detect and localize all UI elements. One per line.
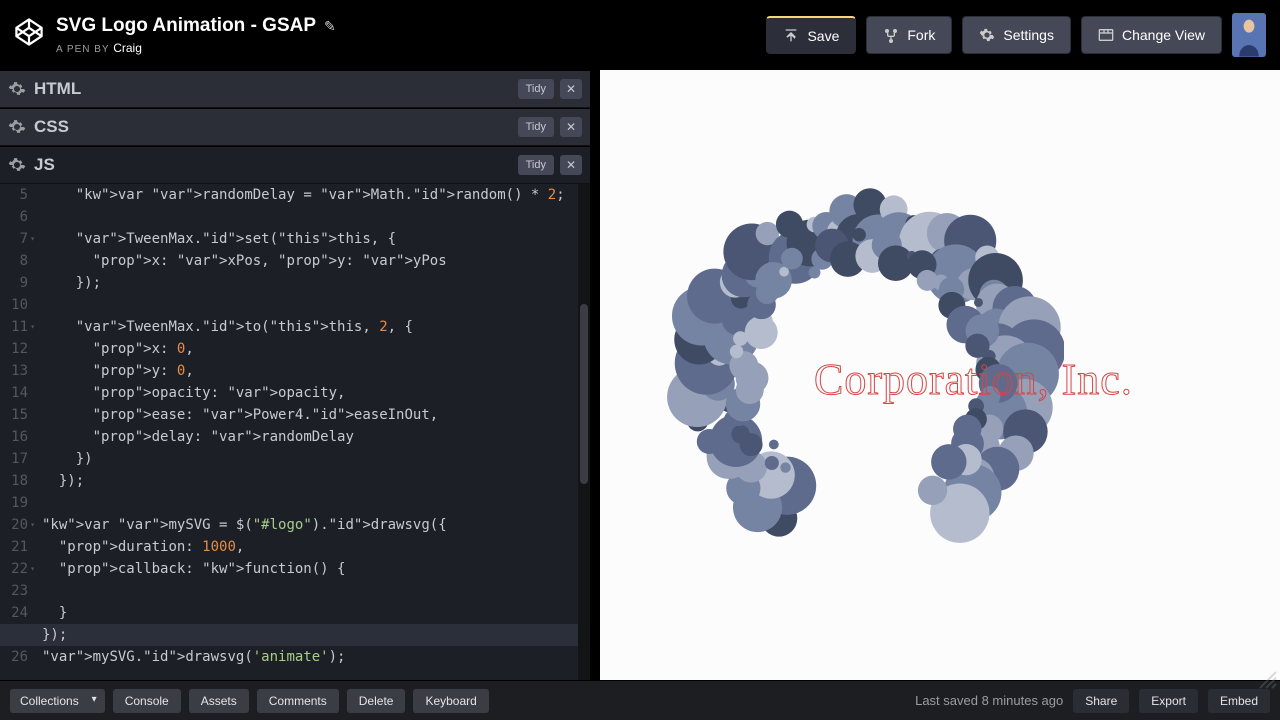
header-actions: Save Fork Settings Change View [766, 13, 1266, 57]
pen-title: SVG Logo Animation - GSAP [56, 15, 316, 37]
gear-icon[interactable] [8, 156, 26, 174]
css-pane-title: CSS [34, 117, 510, 137]
embed-button[interactable]: Embed [1208, 689, 1270, 713]
pen-meta: SVG Logo Animation - GSAP ✎ A PEN BY Cra… [56, 15, 336, 55]
css-close-button[interactable]: ✕ [560, 117, 582, 137]
workspace: HTML Tidy ✕ CSS Tidy ✕ JS Tidy ✕ 5678910… [0, 70, 1280, 680]
edit-icon[interactable]: ✎ [324, 18, 336, 35]
js-code-editor[interactable]: 567891011121314151617181920212223242526 … [0, 184, 590, 680]
share-button[interactable]: Share [1073, 689, 1129, 713]
settings-button[interactable]: Settings [962, 16, 1071, 54]
css-pane-header[interactable]: CSS Tidy ✕ [0, 108, 590, 146]
header-left: SVG Logo Animation - GSAP ✎ A PEN BY Cra… [14, 15, 336, 55]
html-pane-header[interactable]: HTML Tidy ✕ [0, 70, 590, 108]
editor-scrollbar[interactable] [578, 184, 590, 680]
comments-button[interactable]: Comments [257, 689, 339, 713]
keyboard-button[interactable]: Keyboard [413, 689, 488, 713]
scroll-thumb[interactable] [580, 304, 588, 484]
change-view-button[interactable]: Change View [1081, 16, 1222, 54]
js-pane-title: JS [34, 155, 510, 175]
footer-right: Last saved 8 minutes ago Share Export Em… [915, 689, 1270, 713]
header: SVG Logo Animation - GSAP ✎ A PEN BY Cra… [0, 0, 1280, 70]
save-button[interactable]: Save [766, 16, 856, 54]
line-gutter: 567891011121314151617181920212223242526 [0, 184, 34, 668]
save-status: Last saved 8 minutes ago [915, 693, 1063, 708]
codepen-logo-icon[interactable] [14, 17, 44, 47]
code-content[interactable]: "kw">var "var">randomDelay = "var">Math.… [42, 184, 580, 668]
user-avatar[interactable] [1232, 13, 1266, 57]
author-link[interactable]: Craig [113, 41, 142, 55]
delete-button[interactable]: Delete [347, 689, 406, 713]
js-tidy-button[interactable]: Tidy [518, 155, 554, 175]
js-pane-header[interactable]: JS Tidy ✕ [0, 146, 590, 184]
assets-button[interactable]: Assets [189, 689, 249, 713]
gear-icon[interactable] [8, 118, 26, 136]
preview-pane: Corporation, Inc. [590, 70, 1280, 680]
pen-byline: A PEN BY Craig [56, 41, 336, 55]
preview-content: Corporation, Inc. [604, 74, 1276, 676]
footer-left: Collections Console Assets Comments Dele… [10, 689, 489, 713]
css-tidy-button[interactable]: Tidy [518, 117, 554, 137]
fork-button[interactable]: Fork [866, 16, 952, 54]
footer: Collections Console Assets Comments Dele… [0, 680, 1280, 720]
logo-text: Corporation, Inc. [814, 354, 1133, 405]
console-button[interactable]: Console [113, 689, 181, 713]
html-close-button[interactable]: ✕ [560, 79, 582, 99]
gear-icon[interactable] [8, 80, 26, 98]
export-button[interactable]: Export [1139, 689, 1198, 713]
resize-grip-icon[interactable] [1258, 670, 1278, 690]
html-pane-title: HTML [34, 79, 510, 99]
collections-button[interactable]: Collections [10, 689, 105, 713]
editors-column: HTML Tidy ✕ CSS Tidy ✕ JS Tidy ✕ 5678910… [0, 70, 590, 680]
js-close-button[interactable]: ✕ [560, 155, 582, 175]
html-tidy-button[interactable]: Tidy [518, 79, 554, 99]
